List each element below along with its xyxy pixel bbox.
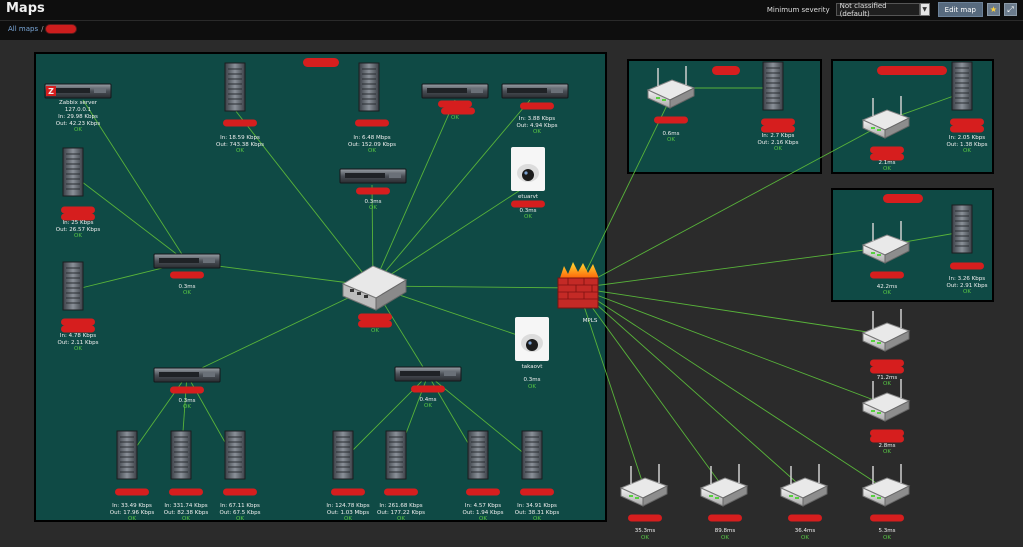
node-in: In: 67.11 Kbps	[220, 503, 260, 509]
node-in: In: 34.91 Kbps	[517, 503, 557, 509]
router-node[interactable]: 36.4ms OK	[780, 463, 828, 541]
node-status: OK	[128, 516, 136, 522]
remote-site-panel-1	[627, 59, 822, 174]
node-in: In: 124.78 Kbps	[326, 503, 369, 509]
node-status: OK	[883, 381, 891, 387]
panel-title-redacted	[303, 58, 339, 67]
node-in: In: 18.59 Kbps	[220, 135, 260, 141]
node-latency: 5.3ms	[879, 528, 896, 534]
router-node[interactable]: 89.8ms OK	[700, 463, 748, 541]
node-label: Zabbix server	[59, 100, 98, 106]
node-ip: 127.0.0.1	[65, 107, 91, 113]
node-status: OK	[883, 166, 891, 172]
node-status: OK	[369, 205, 377, 211]
node-latency: 35.3ms	[635, 528, 656, 534]
router-node[interactable]: 2.8ms OK	[862, 378, 910, 455]
node-in: In: 25 Kbps	[63, 220, 94, 226]
node-status: OK	[74, 127, 82, 133]
svg-text:Z: Z	[48, 87, 54, 96]
node-status: OK	[641, 535, 649, 541]
node-status: OK	[74, 346, 82, 352]
router-node[interactable]: 5.3ms OK	[862, 463, 910, 541]
node-status: OK	[397, 516, 405, 522]
node-latency: 0.3ms	[524, 377, 541, 383]
node-status: OK	[883, 449, 891, 455]
node-in: In: 6.48 Mbps	[353, 135, 390, 141]
node-status: OK	[182, 516, 190, 522]
node-in: In: 4.57 Kbps	[465, 503, 501, 509]
panel-title-redacted	[883, 194, 923, 203]
node-in: In: 33.49 Kbps	[112, 503, 152, 509]
node-status: OK	[74, 233, 82, 239]
node-label: etuarvt	[518, 194, 539, 200]
node-in: In: 2.7 Kbps	[762, 133, 795, 139]
node-status: OK	[371, 328, 379, 334]
panel-title-redacted	[712, 66, 740, 75]
node-status: OK	[963, 148, 971, 154]
node-in: In: 4.78 Kbps	[60, 333, 96, 339]
node-in: In: 3.26 Kbps	[949, 276, 985, 282]
node-status: OK	[479, 516, 487, 522]
router-node[interactable]: 35.3ms OK	[620, 463, 668, 541]
node-in: In: 2.05 Kbps	[949, 135, 985, 141]
panel-title-redacted	[877, 66, 947, 75]
node-status: OK	[883, 290, 891, 296]
node-label: takaovt	[522, 364, 544, 370]
node-status: OK	[344, 516, 352, 522]
node-status: OK	[774, 146, 782, 152]
node-status: OK	[424, 403, 432, 409]
node-status: OK	[236, 516, 244, 522]
node-status: OK	[533, 516, 541, 522]
node-status: OK	[883, 535, 891, 541]
node-latency: 89.8ms	[715, 528, 736, 534]
node-status: OK	[801, 535, 809, 541]
node-latency: 36.4ms	[795, 528, 816, 534]
node-status: OK	[183, 404, 191, 410]
node-in: In: 331.74 Kbps	[164, 503, 207, 509]
node-status: OK	[183, 290, 191, 296]
node-in: In: 261.68 Kbps	[379, 503, 422, 509]
node-status: OK	[533, 129, 541, 135]
node-status: OK	[524, 214, 532, 220]
node-label: MPLS	[583, 318, 598, 324]
router-node[interactable]: 71.2ms OK	[862, 308, 910, 387]
node-status: OK	[963, 289, 971, 295]
node-status: OK	[451, 115, 459, 121]
node-status: OK	[721, 535, 729, 541]
node-in: In: 29.98 Kbps	[58, 114, 98, 120]
node-status: OK	[667, 137, 675, 143]
node-in: In: 3.88 Kbps	[519, 116, 555, 122]
node-status: OK	[528, 384, 536, 390]
network-map: Z Zabbix server 127.0.0.1 In: 29.98 Kbps…	[34, 52, 994, 541]
node-status: OK	[368, 148, 376, 154]
node-status: OK	[236, 148, 244, 154]
